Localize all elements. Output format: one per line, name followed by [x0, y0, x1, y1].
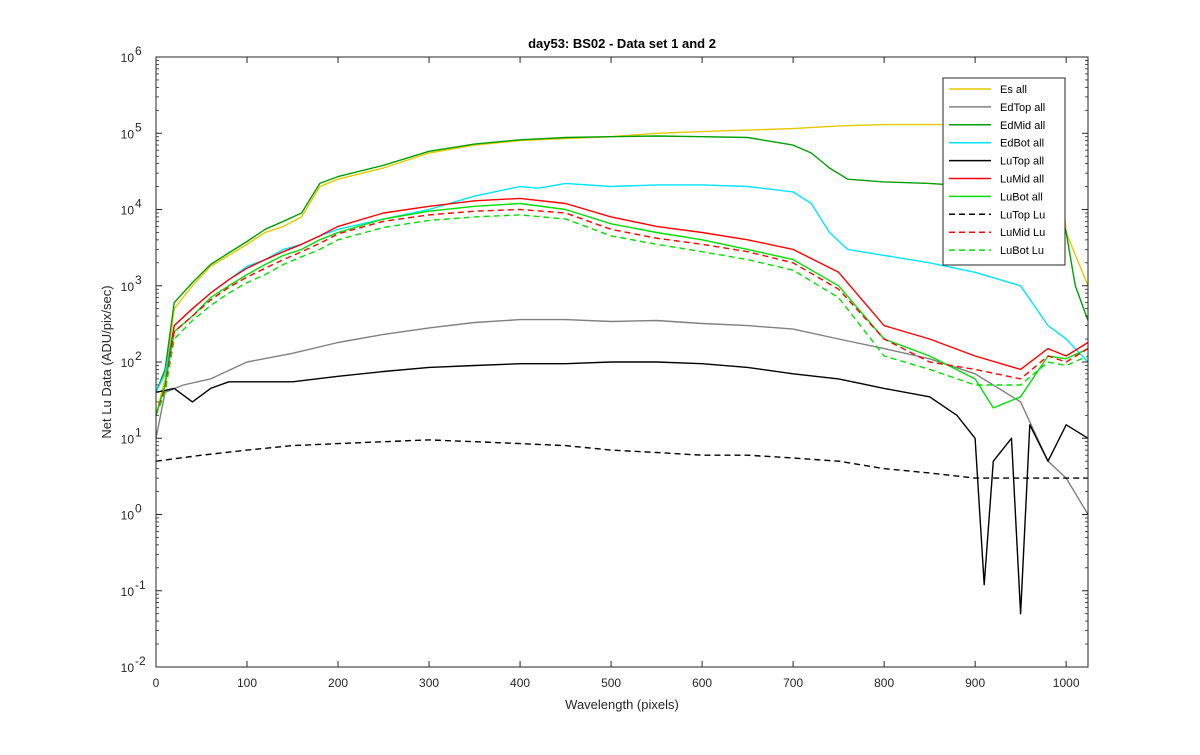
y-tick-base: 10 [121, 51, 135, 65]
y-tick-exponent: 0 [135, 502, 142, 516]
x-tick-label: 600 [692, 676, 712, 690]
y-tick-label: 10 -1 [121, 578, 146, 599]
y-tick-label: 10 4 [121, 197, 142, 218]
y-tick-base: 10 [121, 509, 135, 523]
x-tick-label: 200 [328, 676, 348, 690]
y-tick-exponent: 3 [135, 273, 142, 287]
x-axis-label: Wavelength (pixels) [565, 697, 679, 712]
x-tick-label: 400 [510, 676, 530, 690]
legend-label: EdMid all [1000, 120, 1045, 132]
y-tick-base: 10 [121, 432, 135, 446]
legend-label: LuBot all [1000, 191, 1043, 203]
legend-label: EdBot all [1000, 138, 1044, 150]
y-tick-label: 10 1 [121, 425, 142, 446]
x-tick-label: 0 [153, 676, 160, 690]
legend-label: LuMid all [1000, 174, 1044, 186]
y-tick-label: 10 2 [121, 349, 142, 370]
y-tick-exponent: 1 [135, 425, 142, 439]
y-axis-label: Net Lu Data (ADU/pix/sec) [99, 285, 114, 438]
legend-label: LuTop Lu [1000, 209, 1045, 221]
x-tick-label: 100 [237, 676, 257, 690]
y-tick-base: 10 [121, 585, 135, 599]
y-tick-label: 10 3 [121, 273, 142, 294]
y-tick-base: 10 [121, 661, 135, 675]
y-tick-base: 10 [121, 356, 135, 370]
y-tick-base: 10 [121, 280, 135, 294]
y-tick-exponent: 4 [135, 197, 142, 211]
line-chart: 0 100 200 300 400 500 600 700 800 900 1000 10 -210-… [99, 36, 1089, 712]
y-tick-exponent: 2 [135, 349, 142, 363]
x-tick-label: 300 [419, 676, 439, 690]
legend-label: LuBot Lu [1000, 245, 1044, 257]
legend-label: LuTop all [1000, 156, 1044, 168]
x-tick-label: 1000 [1053, 676, 1080, 690]
legend-label: EdTop all [1000, 102, 1045, 114]
figure: 0 100 200 300 400 500 600 700 800 900 1000 10 -2 10-… [0, 0, 1200, 750]
y-tick-exponent: 6 [135, 44, 142, 58]
y-tick-label: 10 6 [121, 44, 142, 65]
legend-label: LuMid Lu [1000, 227, 1045, 239]
y-tick-label: 10 0 [121, 502, 142, 523]
y-tick-label: 10 5 [121, 120, 142, 141]
y-tick-base: 10 [121, 204, 135, 218]
x-tick-label: 700 [783, 676, 803, 690]
y-tick-exponent: 5 [135, 120, 142, 134]
y-tick-exponent: -2 [135, 654, 146, 668]
legend-label: Es all [1000, 84, 1027, 96]
y-tick-exponent: -1 [135, 578, 146, 592]
y-tick-label: 10 -2 [121, 654, 146, 675]
x-tick-label: 900 [965, 676, 985, 690]
chart-title: day53: BS02 - Data set 1 and 2 [528, 36, 716, 51]
legend: Es all EdTop all EdMid all EdBot all LuTop a… [942, 77, 1066, 266]
x-tick-label: 500 [601, 676, 621, 690]
y-tick-base: 10 [121, 127, 135, 141]
x-tick-label: 800 [874, 676, 894, 690]
